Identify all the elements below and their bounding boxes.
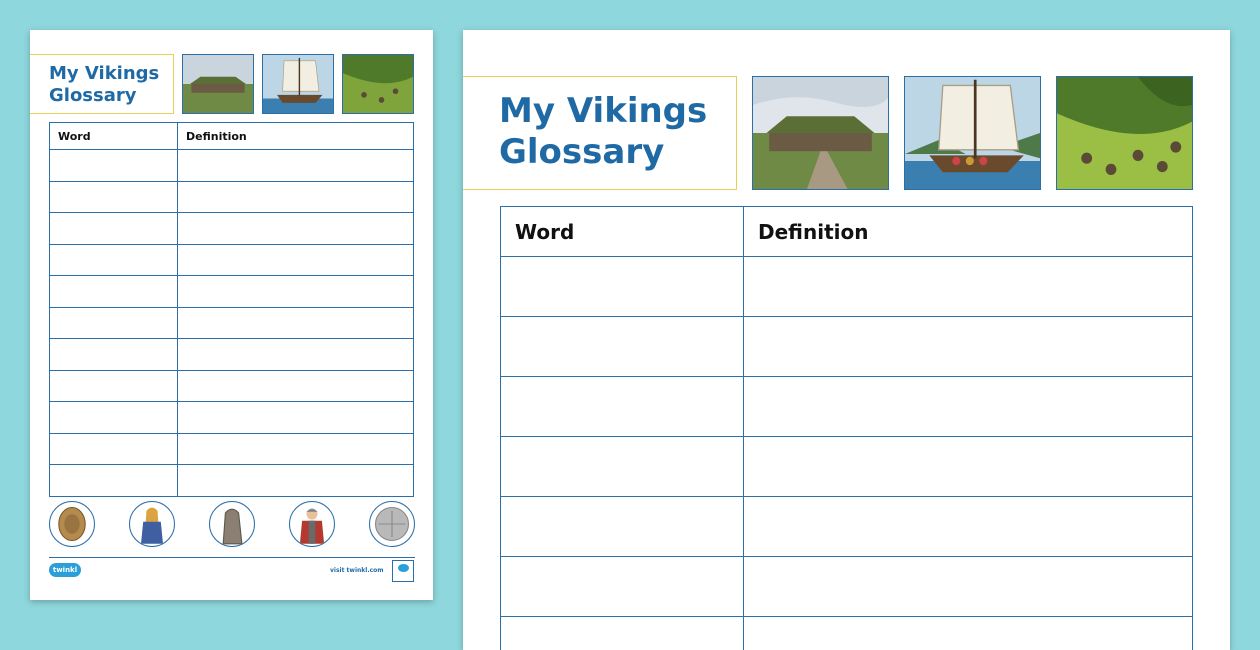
title-line-2: Glossary <box>499 132 736 173</box>
village-image <box>342 54 414 114</box>
viking-warrior-icon <box>289 501 335 547</box>
word-cell[interactable] <box>501 317 744 377</box>
table-row <box>50 465 414 497</box>
footer-url: visit twinkl.com <box>330 567 384 574</box>
definition-cell[interactable] <box>178 465 414 497</box>
table-row <box>50 433 414 465</box>
word-cell[interactable] <box>50 150 178 182</box>
brooch-icon <box>49 501 95 547</box>
definition-cell[interactable] <box>744 257 1193 317</box>
word-cell[interactable] <box>50 244 178 276</box>
definition-cell[interactable] <box>178 244 414 276</box>
table-row <box>50 150 414 182</box>
table-row <box>501 257 1193 317</box>
definition-cell[interactable] <box>744 437 1193 497</box>
word-cell[interactable] <box>50 181 178 213</box>
title-box: My Vikings Glossary <box>30 54 174 114</box>
longship-image <box>904 76 1041 190</box>
word-cell[interactable] <box>50 307 178 339</box>
word-cell[interactable] <box>501 437 744 497</box>
definition-cell[interactable] <box>744 617 1193 650</box>
longship-image <box>262 54 334 114</box>
title-line-2: Glossary <box>49 85 173 107</box>
word-cell[interactable] <box>50 339 178 371</box>
longhouse-image <box>182 54 254 114</box>
definition-cell[interactable] <box>178 213 414 245</box>
word-cell[interactable] <box>501 557 744 617</box>
definition-cell[interactable] <box>178 402 414 434</box>
table-row <box>50 370 414 402</box>
word-cell[interactable] <box>50 276 178 308</box>
word-cell[interactable] <box>50 433 178 465</box>
twinkl-logo: twinkl <box>49 563 81 577</box>
village-image <box>1056 76 1193 190</box>
definition-cell[interactable] <box>178 150 414 182</box>
header-word: Word <box>50 123 178 150</box>
word-cell[interactable] <box>50 402 178 434</box>
header-definition: Definition <box>178 123 414 150</box>
header-word: Word <box>501 207 744 257</box>
word-cell[interactable] <box>501 377 744 437</box>
definition-cell[interactable] <box>178 276 414 308</box>
viking-artifact-row <box>49 501 415 549</box>
definition-cell[interactable] <box>178 181 414 213</box>
table-row <box>501 617 1193 650</box>
footer-divider <box>49 557 415 558</box>
title-line-1: My Vikings <box>49 63 173 85</box>
definition-cell[interactable] <box>744 557 1193 617</box>
table-row <box>50 213 414 245</box>
definition-cell[interactable] <box>744 497 1193 557</box>
definition-cell[interactable] <box>178 307 414 339</box>
glossary-table: Word Definition <box>500 206 1193 650</box>
table-row <box>50 244 414 276</box>
table-row <box>501 437 1193 497</box>
table-row <box>50 307 414 339</box>
definition-cell[interactable] <box>178 433 414 465</box>
definition-cell[interactable] <box>178 370 414 402</box>
table-row <box>501 377 1193 437</box>
worksheet-preview-small: My Vikings Glossary Word Definition <box>30 30 433 600</box>
longhouse-image <box>752 76 889 190</box>
word-cell[interactable] <box>501 257 744 317</box>
worksheet-preview-large: My Vikings Glossary Word De <box>463 30 1230 650</box>
word-cell[interactable] <box>501 497 744 557</box>
word-cell[interactable] <box>501 617 744 650</box>
table-row <box>501 557 1193 617</box>
header-definition: Definition <box>744 207 1193 257</box>
word-cell[interactable] <box>50 465 178 497</box>
definition-cell[interactable] <box>744 317 1193 377</box>
glossary-table: Word Definition <box>49 122 414 497</box>
table-row <box>50 181 414 213</box>
word-cell[interactable] <box>50 213 178 245</box>
table-row <box>50 276 414 308</box>
title-line-1: My Vikings <box>499 91 736 132</box>
word-cell[interactable] <box>50 370 178 402</box>
rune-stone-icon <box>209 501 255 547</box>
definition-cell[interactable] <box>744 377 1193 437</box>
quality-badge-icon <box>392 560 414 582</box>
table-row <box>50 339 414 371</box>
silver-coin-icon <box>369 501 415 547</box>
definition-cell[interactable] <box>178 339 414 371</box>
table-row <box>50 402 414 434</box>
table-row <box>501 317 1193 377</box>
title-box: My Vikings Glossary <box>463 76 737 190</box>
viking-woman-icon <box>129 501 175 547</box>
table-row <box>501 497 1193 557</box>
